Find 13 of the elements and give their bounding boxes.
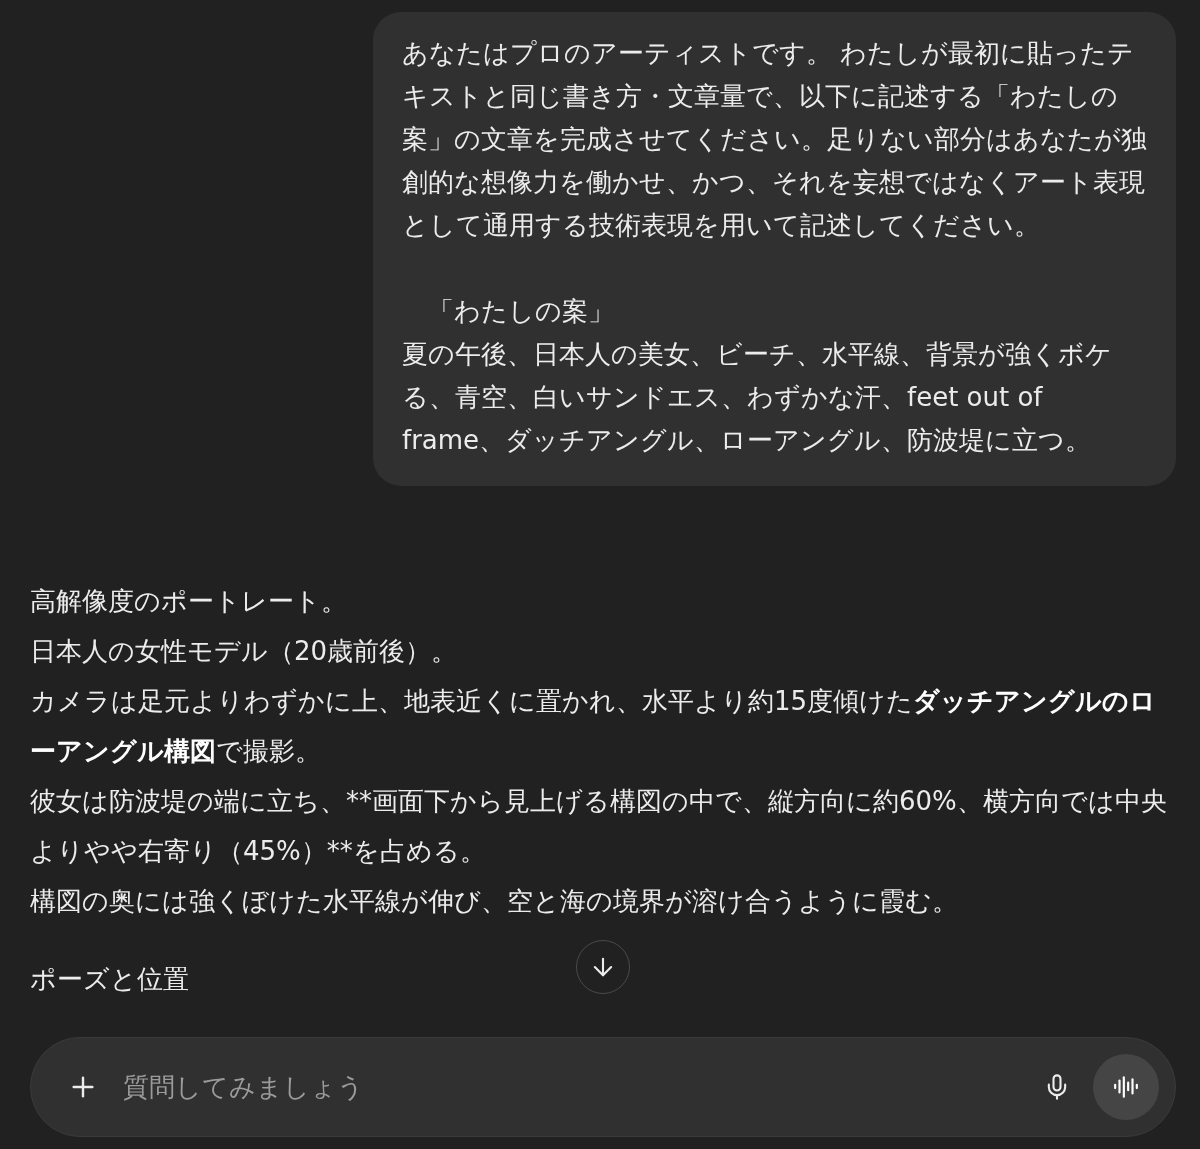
answer-text: 日本人の女性モデル（20歳前後）。 [30, 635, 459, 668]
answer-text: 彼女は防波堤の端に立ち、**画面下から見上げる構図の中で、縦方向に約60%、横方向では中央よりやや右寄り（45%）**を占める。 [30, 785, 1168, 868]
section-heading: ポーズと位置 [30, 963, 189, 996]
user-message-text: 「わたしの案」 [427, 295, 615, 328]
user-message-text: 夏の午後、日本人の美女、ビーチ、水平線、背景が強くボケる、青空、白いサンドエス、わずかな汗、feet out of frame、ダッチアングル、ローアングル、防波堤に立つ。 [402, 338, 1113, 457]
scroll-down-button[interactable] [576, 940, 630, 994]
message-composer[interactable]: 質問してみましょう [30, 1037, 1176, 1137]
sound-wave-icon [1113, 1074, 1139, 1100]
answer-text: 高解像度のポートレート。 [30, 585, 348, 618]
answer-text: カメラは足元よりわずかに上、地表近くに置かれ、水平より約15度傾けたダッチアングルのローアングル構図で撮影。 [30, 685, 1158, 768]
message-input[interactable]: 質問してみましょう [121, 1071, 1021, 1103]
answer-text: 構図の奥には強くぼけた水平線が伸び、空と海の境界が溶け合うように霞む。 [30, 885, 959, 918]
user-message-text: あなたはプロのアーティストです。 わたしが最初に貼ったテキストと同じ書き方・文章量で、以下に記述する「わたしの案」の文章を完成させてください。足りない部分はあなたが独創的な想像力を働かせ、かつ、それを妄想ではなくアート表現として通用する技術表現を用いて記述してください。 [402, 37, 1148, 242]
